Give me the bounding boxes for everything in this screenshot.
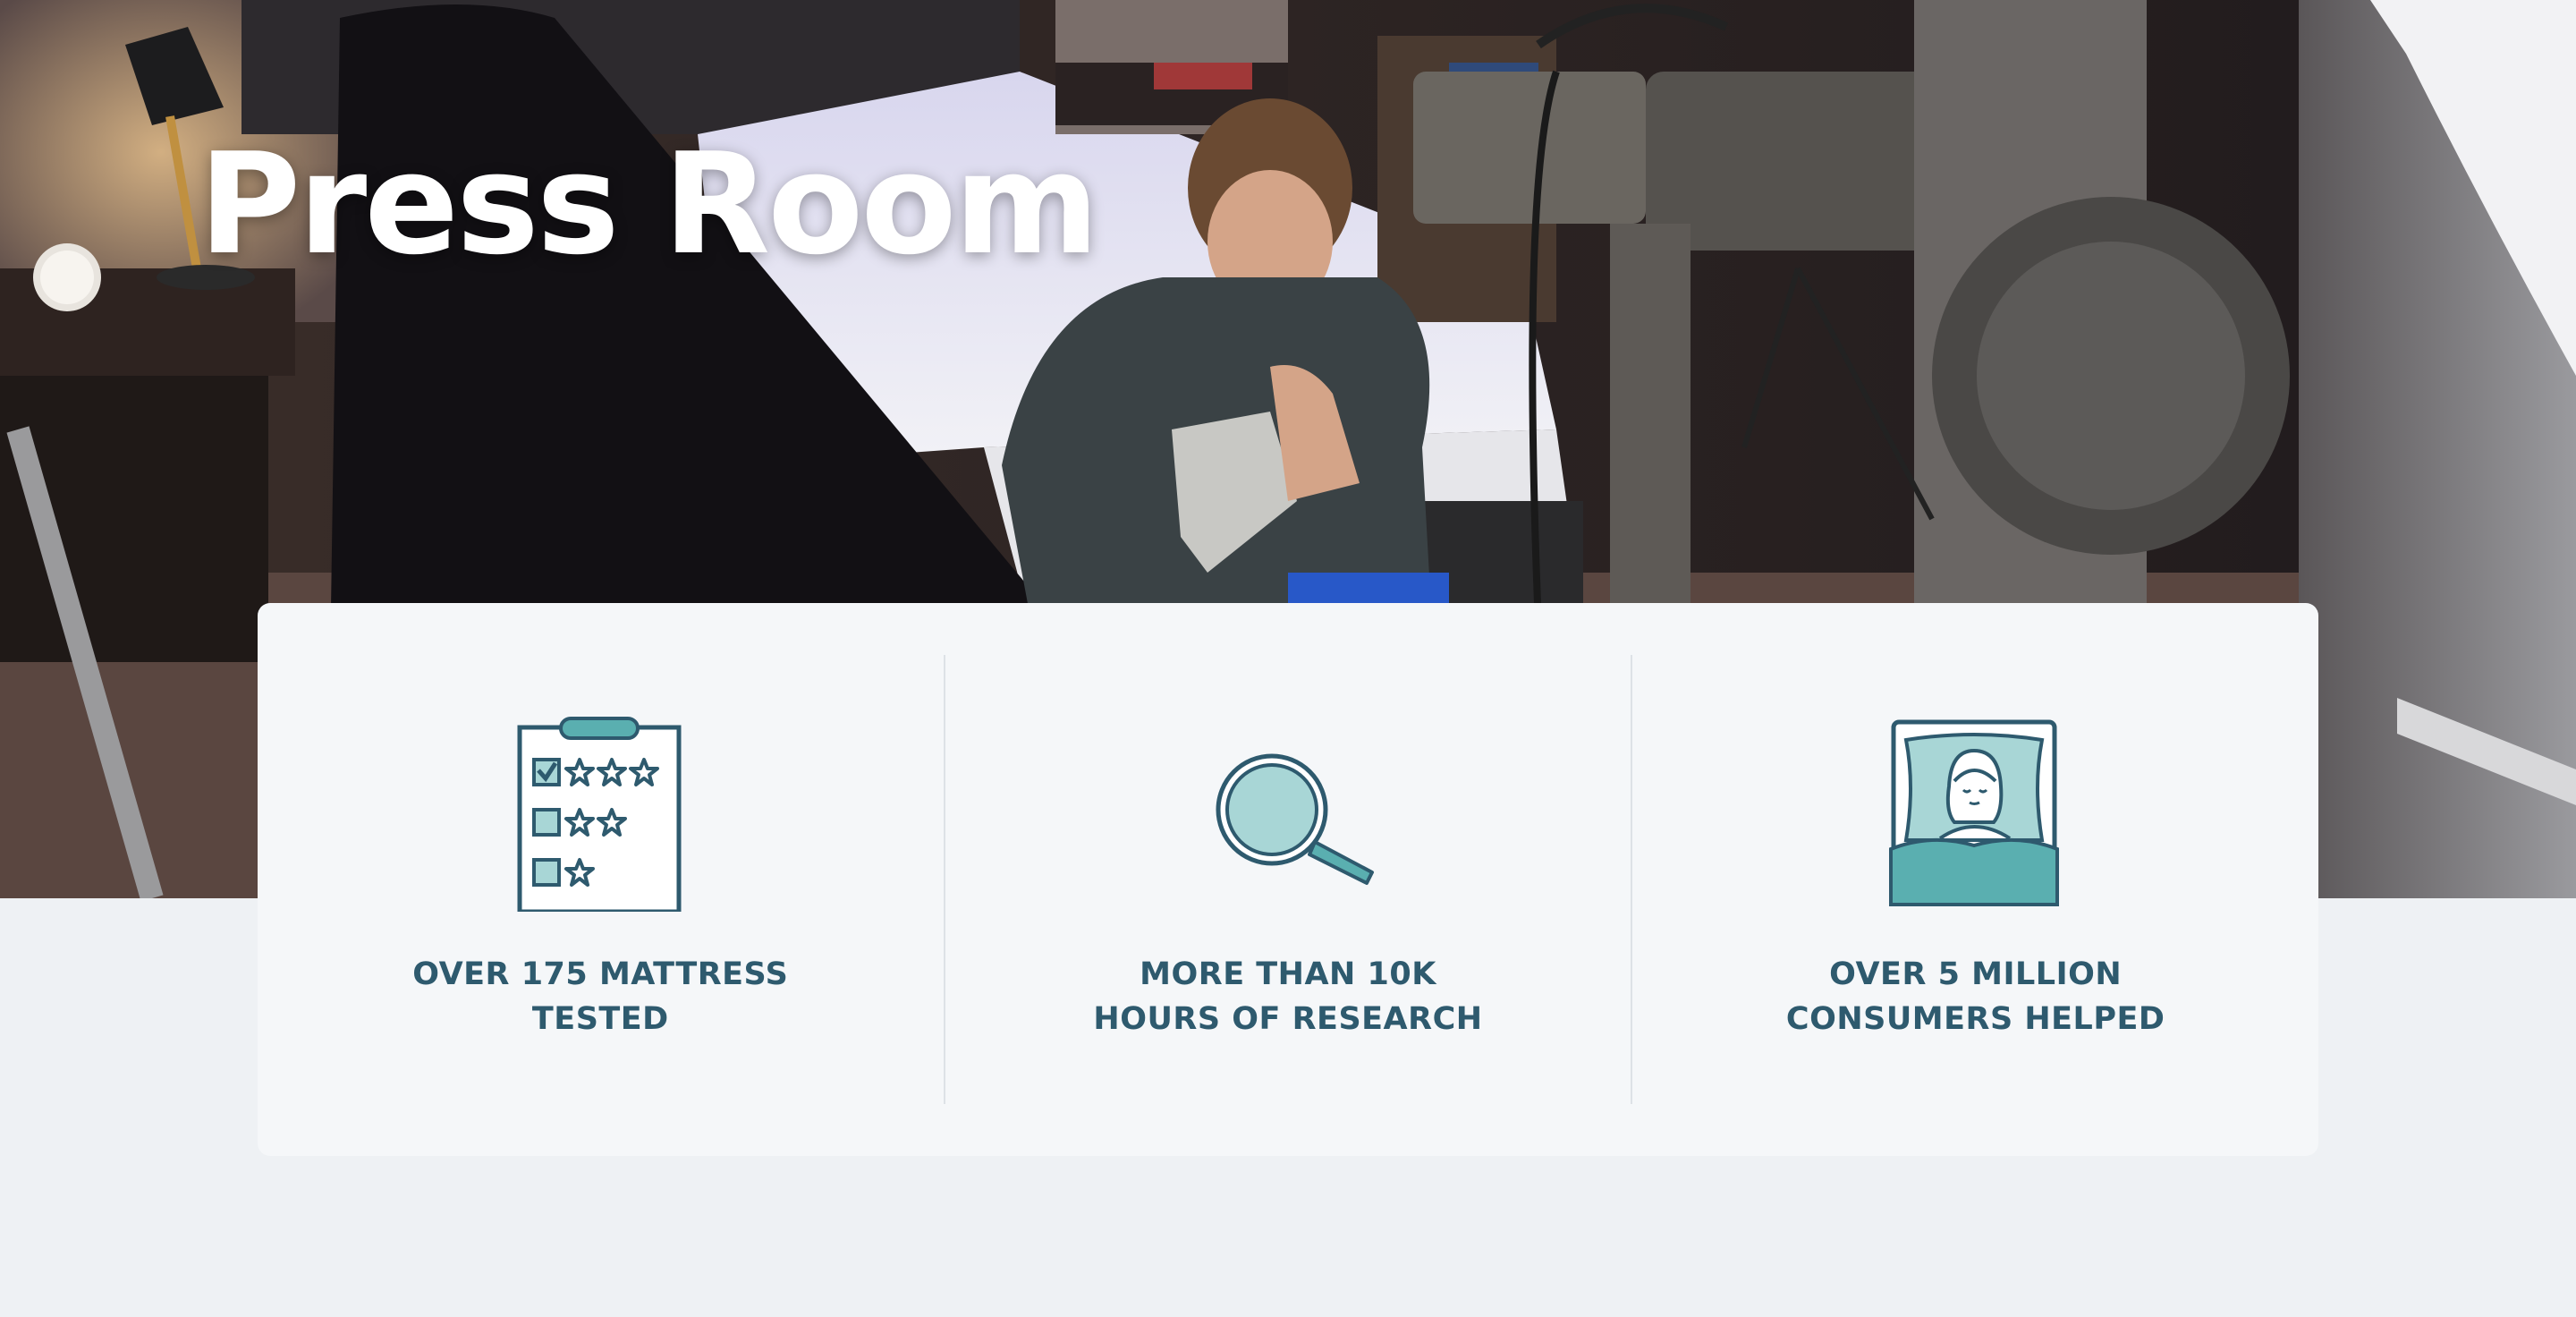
clipboard-ratings-icon [511,717,690,912]
stats-card: OVER 175 MATTRESS TESTED MORE THAN 10K H… [258,603,2318,1156]
stat-mattresses-tested: OVER 175 MATTRESS TESTED [258,655,945,1104]
stat-label-line2: TESTED [531,1001,669,1037]
page-title: Press Room [199,123,1099,285]
stat-label-line1: OVER 5 MILLION [1829,956,2123,992]
sleeping-person-icon [1886,719,2065,907]
stat-consumers-helped: OVER 5 MILLION CONSUMERS HELPED [1632,655,2318,1104]
stat-label-line1: OVER 175 MATTRESS [412,956,789,992]
magnifying-glass-icon [1199,719,1377,907]
stat-label-line2: HOURS OF RESEARCH [1093,1001,1483,1037]
stat-label: OVER 175 MATTRESS TESTED [412,952,788,1041]
stat-label-line2: CONSUMERS HELPED [1785,1001,2165,1037]
stat-label: MORE THAN 10K HOURS OF RESEARCH [1093,952,1482,1041]
stat-label: OVER 5 MILLION CONSUMERS HELPED [1786,952,2165,1041]
stat-label-line1: MORE THAN 10K [1140,956,1436,992]
stat-research-hours: MORE THAN 10K HOURS OF RESEARCH [945,655,1633,1104]
